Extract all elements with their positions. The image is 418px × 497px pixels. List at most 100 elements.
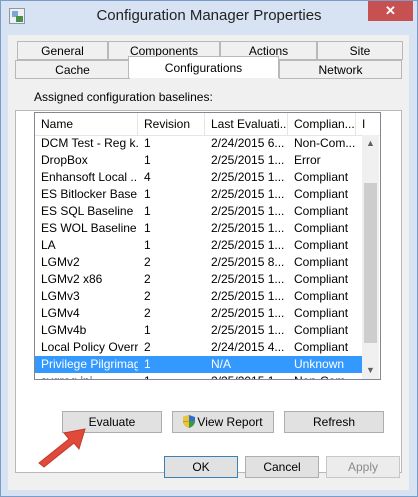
list-item[interactable]: LA12/25/2015 1...CompliantI [35, 237, 365, 254]
list-item[interactable]: LGMv4b12/25/2015 1...CompliantI [35, 322, 365, 339]
refresh-button[interactable]: Refresh [284, 411, 384, 433]
cell-last-evaluation: N/A [211, 357, 232, 371]
tab-site[interactable]: Site [317, 41, 403, 60]
view-report-button-label: View Report [197, 415, 263, 429]
shield-icon [183, 415, 196, 428]
cell-compliance: Compliant [294, 238, 349, 252]
cell-compliance: Compliant [294, 323, 349, 337]
list-item[interactable]: LGMv2 x8622/25/2015 1...CompliantI [35, 271, 365, 288]
cell-name: LGMv4b [41, 323, 87, 337]
cell-last-evaluation: 2/24/2015 6... [211, 136, 285, 150]
column-header-extra[interactable]: I [356, 113, 380, 135]
cell-name: DropBox [41, 153, 88, 167]
cell-revision: 1 [144, 221, 151, 235]
cell-name: ES Bitlocker Base... [41, 187, 138, 201]
cell-name: ES WOL Baseline [41, 221, 137, 235]
cell-name: LA [41, 238, 56, 252]
cell-compliance: Unknown [294, 357, 345, 371]
cell-last-evaluation: 2/25/2015 1... [211, 221, 285, 235]
cell-name: DCM Test - Reg k... [41, 136, 138, 150]
cell-revision: 2 [144, 289, 151, 303]
cell-last-evaluation: 2/25/2015 1... [205, 373, 288, 379]
list-item[interactable]: Enhansoft Local ... 4 2/25/2015 1... Compli… [35, 169, 365, 186]
refresh-button-label: Refresh [312, 415, 356, 429]
cell-revision: 4 [144, 170, 151, 184]
cell-revision: 1 [144, 204, 151, 218]
evaluate-button-label: Evaluate [88, 415, 136, 429]
tab-network[interactable]: Network [279, 60, 402, 79]
column-header-compliance[interactable]: Complian... [288, 113, 356, 135]
cell-last-evaluation: 2/25/2015 1... [211, 238, 285, 252]
view-report-button[interactable]: View Report [172, 411, 274, 433]
assigned-baselines-label: Assigned configuration baselines: [34, 90, 213, 104]
cell-compliance: Compliant [294, 221, 349, 235]
cell-revision: 1 [144, 153, 151, 167]
cell-revision: 2 [144, 255, 151, 269]
cell-compliance: Non-Com... [288, 373, 356, 379]
cell-revision: 1 [144, 187, 151, 201]
column-header-last-evaluation[interactable]: Last Evaluati... [205, 113, 288, 135]
list-header: Name Revision Last Evaluati... Complian.… [35, 113, 380, 136]
baselines-list[interactable]: Name Revision Last Evaluati... Complian.… [34, 112, 381, 380]
column-header-revision[interactable]: Revision [138, 113, 205, 135]
cell-compliance: Compliant [294, 289, 349, 303]
scrollbar-thumb[interactable] [364, 183, 377, 343]
list-item[interactable]: Privilege Pilgrimage1N/AUnknownI [35, 356, 365, 373]
cell-revision: 1 [144, 136, 151, 150]
cell-last-evaluation: 2/25/2015 1... [211, 187, 285, 201]
cell-last-evaluation: 2/25/2015 1... [211, 204, 285, 218]
tab-configurations[interactable]: Configurations [128, 56, 279, 78]
title-bar: Configuration Manager Properties ✕ [1, 1, 417, 33]
list-item[interactable]: ES SQL Baseline12/25/2015 1...CompliantI [35, 203, 365, 220]
cell-revision: 2 [144, 340, 151, 354]
cell-name: Local Policy Overr... [41, 340, 138, 354]
cell-last-evaluation: 2/25/2015 8... [211, 255, 285, 269]
tab-general[interactable]: General [17, 41, 108, 60]
cell-revision: 1 [144, 238, 151, 252]
annotation-arrow-icon [38, 428, 86, 468]
cell-last-evaluation: 2/25/2015 1... [211, 306, 285, 320]
list-item[interactable]: LGMv222/25/2015 8...CompliantI [35, 254, 365, 271]
cell-revision: 1 [144, 357, 151, 371]
list-item[interactable]: ES WOL Baseline12/25/2015 1...CompliantI [35, 220, 365, 237]
apply-button[interactable]: Apply [326, 456, 400, 478]
cell-revision: 2 [144, 272, 151, 286]
cell-compliance: Compliant [294, 187, 349, 201]
vertical-scrollbar[interactable]: ▲ ▼ [362, 135, 379, 379]
cell-last-evaluation: 2/25/2015 1... [211, 323, 285, 337]
tab-cache[interactable]: Cache [15, 60, 130, 79]
cell-last-evaluation: 2/24/2015 4... [211, 340, 285, 354]
cell-name: LGMv2 [41, 255, 80, 269]
list-item[interactable]: svgreg.ini12/25/2015 1...Non-Com...I [35, 373, 365, 379]
cell-revision: 2 [144, 306, 151, 320]
cell-compliance: Compliant [294, 306, 349, 320]
cell-name: Privilege Pilgrimage [41, 357, 138, 371]
list-item[interactable]: DropBox12/25/2015 1...ErrorI [35, 152, 365, 169]
cell-name: ES SQL Baseline [41, 204, 134, 218]
cell-name: LGMv2 x86 [41, 272, 103, 286]
cell-name: LGMv4 [41, 306, 80, 320]
cancel-button[interactable]: Cancel [245, 456, 319, 478]
cell-compliance: Compliant [294, 340, 349, 354]
cell-name: svgreg.ini [35, 373, 138, 379]
cell-compliance: Compliant [294, 255, 349, 269]
list-item[interactable]: DCM Test - Reg k... 1 2/24/2015 6... Non-Co… [35, 135, 365, 152]
scroll-up-arrow-icon[interactable]: ▲ [362, 135, 379, 152]
ok-button[interactable]: OK [164, 456, 238, 478]
cell-compliance: Compliant [294, 204, 349, 218]
list-item[interactable]: LGMv322/25/2015 1...CompliantI [35, 288, 365, 305]
list-item[interactable]: ES Bitlocker Base... 1 2/25/2015 1... Compl… [35, 186, 365, 203]
scroll-down-arrow-icon[interactable]: ▼ [362, 362, 379, 379]
cell-name: Enhansoft Local ... [41, 170, 138, 184]
close-button[interactable]: ✕ [368, 1, 413, 21]
window-title: Configuration Manager Properties [96, 7, 322, 24]
cell-last-evaluation: 2/25/2015 1... [211, 170, 285, 184]
list-item[interactable]: Local Policy Overr... 2 2/24/2015 4... Comp… [35, 339, 365, 356]
properties-window: Configuration Manager Properties ✕ Gener… [0, 0, 418, 497]
cell-last-evaluation: 2/25/2015 1... [211, 289, 285, 303]
cell-revision: 1 [138, 373, 205, 379]
column-header-name[interactable]: Name [35, 113, 138, 135]
list-item[interactable]: LGMv422/25/2015 1...CompliantI [35, 305, 365, 322]
cell-revision: 1 [144, 323, 151, 337]
cell-compliance: Compliant [294, 272, 349, 286]
